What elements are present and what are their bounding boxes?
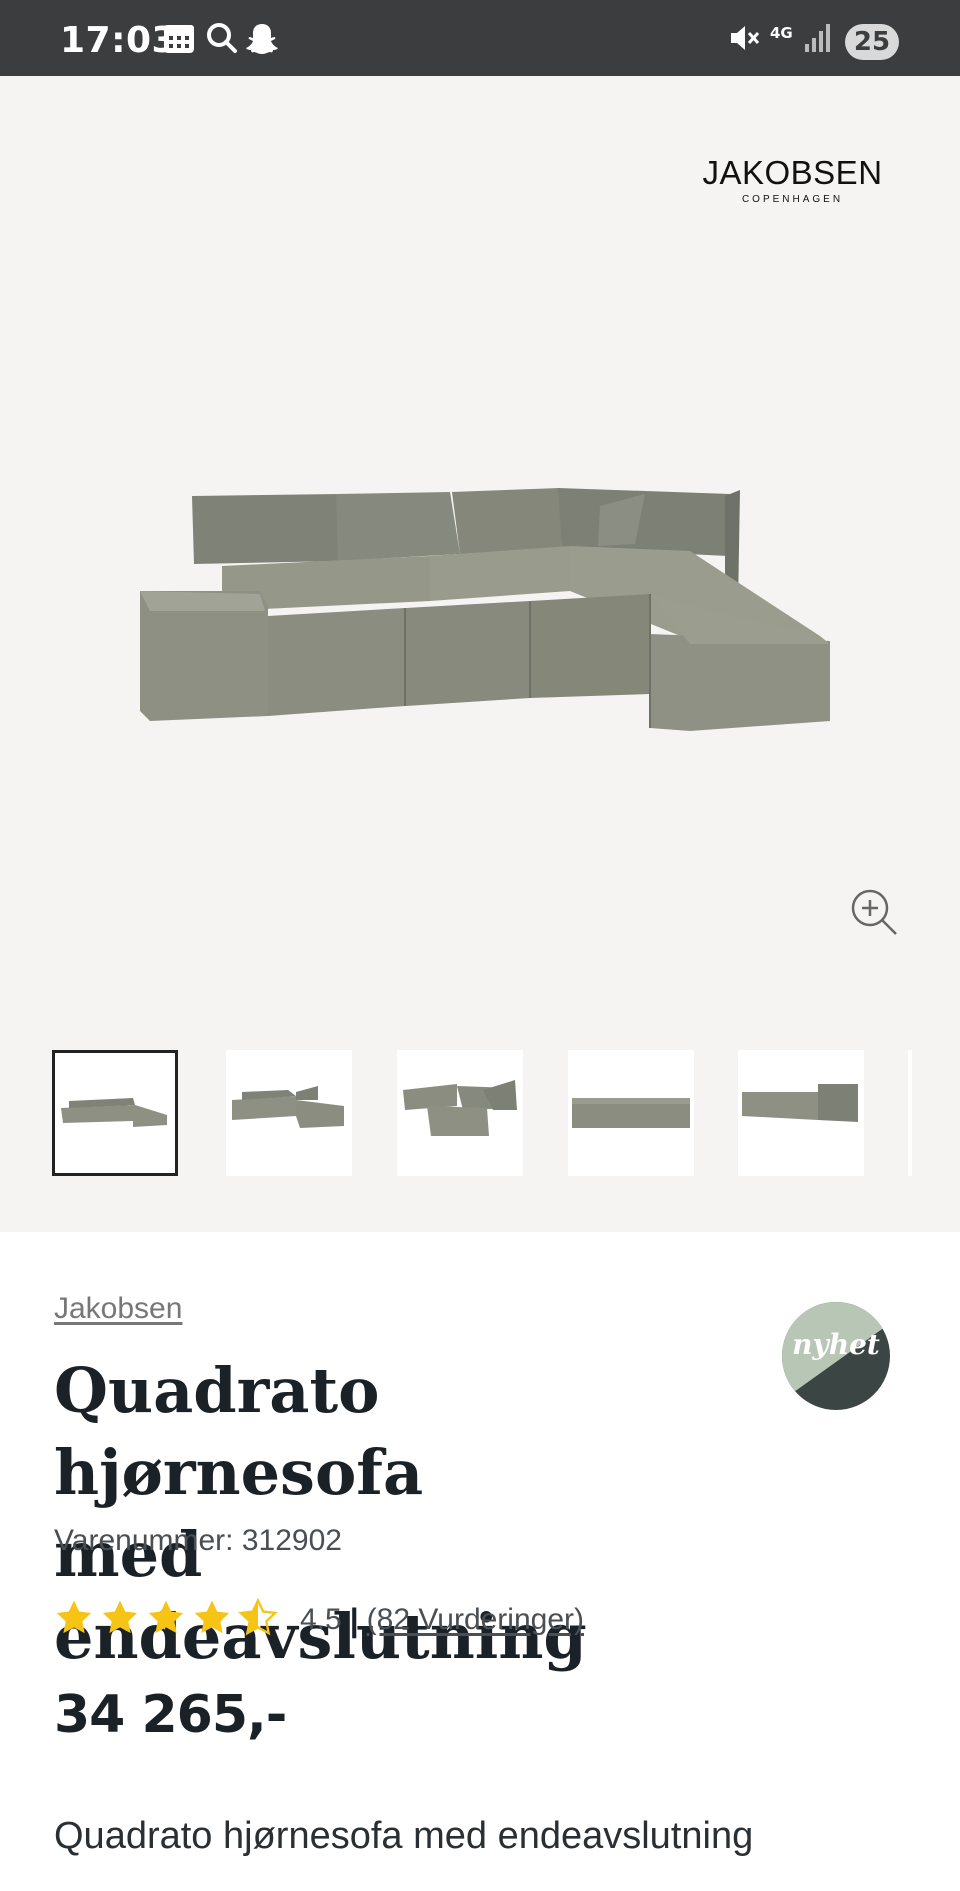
- calendar-icon: [163, 22, 195, 59]
- thumbnail-strip: [52, 1050, 912, 1180]
- star-icon: [146, 1598, 186, 1643]
- star-icon: [54, 1598, 94, 1643]
- logo-text: JAKOBSEN: [702, 154, 883, 191]
- thumbnail-4[interactable]: [568, 1050, 694, 1176]
- thumbnail-2[interactable]: [226, 1050, 352, 1176]
- brand-link[interactable]: Jakobsen: [54, 1292, 182, 1326]
- signal-icon: [804, 22, 832, 59]
- thumbnail-5[interactable]: [738, 1050, 864, 1176]
- product-sku: Varenummer: 312902: [54, 1524, 342, 1557]
- new-badge-text: nyhet: [792, 1328, 880, 1361]
- star-icon: [192, 1598, 232, 1643]
- status-bar: 17:03 4G 25: [0, 0, 960, 76]
- battery-level: 25: [845, 24, 899, 60]
- brand-logo: JAKOBSEN COPENHAGEN: [690, 154, 895, 205]
- half-star-icon: [238, 1597, 278, 1643]
- title-line-1: Quadrato hjørnesofa: [54, 1354, 424, 1509]
- product-price: 34 265,-: [54, 1685, 287, 1745]
- new-badge: nyhet: [780, 1300, 892, 1412]
- status-time: 17:03: [60, 20, 178, 61]
- search-icon: [206, 22, 238, 59]
- thumbnail-1[interactable]: [52, 1050, 178, 1176]
- network-type: 4G: [770, 24, 793, 42]
- product-description: Quadrato hjørnesofa med endeavslutning: [54, 1815, 754, 1857]
- mute-icon: [728, 22, 760, 59]
- product-gallery: JAKOBSEN COPENHAGEN: [0, 76, 960, 1232]
- rating-value: 4.5: [300, 1603, 342, 1636]
- logo-subtext: COPENHAGEN: [741, 194, 844, 205]
- rating-stars: [54, 1597, 278, 1643]
- snapchat-icon: [245, 22, 279, 61]
- zoom-in-icon[interactable]: [848, 886, 900, 938]
- star-icon: [100, 1598, 140, 1643]
- rating-separator: |: [349, 1601, 359, 1638]
- thumbnail-6-partial[interactable]: [908, 1050, 912, 1176]
- product-image[interactable]: [130, 466, 830, 741]
- reviews-link[interactable]: (82 Vurderinger): [367, 1603, 584, 1637]
- thumbnail-3[interactable]: [397, 1050, 523, 1176]
- product-rating: 4.5 | (82 Vurderinger): [54, 1597, 584, 1643]
